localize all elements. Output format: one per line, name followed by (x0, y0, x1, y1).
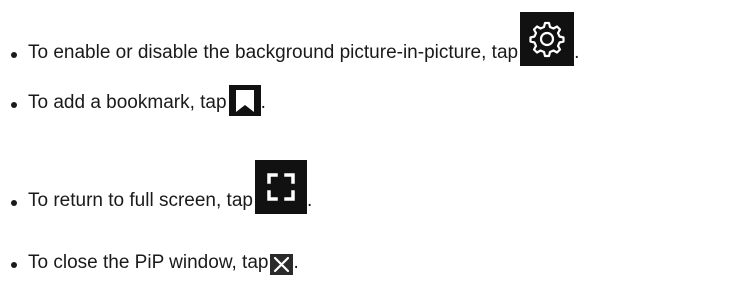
period: . (574, 42, 580, 63)
period: . (306, 190, 313, 211)
bullet (11, 262, 17, 268)
list-item-bookmark: To add a bookmark, tap . (0, 85, 266, 116)
fullscreen-icon (254, 160, 307, 214)
instruction-text: To enable or disable the background pict… (28, 42, 519, 63)
list-item-settings: To enable or disable the background pict… (0, 12, 580, 66)
close-icon (270, 254, 294, 275)
list-item-fullscreen: To return to full screen, tap . (0, 160, 313, 214)
period: . (293, 252, 299, 273)
period: . (260, 92, 266, 113)
instruction-text: To close the PiP window, tap (28, 252, 269, 273)
list-item-close: To close the PiP window, tap . (0, 252, 299, 275)
instruction-list: To enable or disable the background pict… (0, 0, 756, 291)
bookmark-icon (228, 85, 261, 116)
bullet (11, 102, 17, 108)
instruction-text: To return to full screen, tap (28, 190, 253, 211)
instruction-text: To add a bookmark, tap (28, 92, 227, 113)
gear-icon (520, 12, 575, 66)
bullet (11, 200, 17, 206)
bullet (11, 52, 17, 58)
